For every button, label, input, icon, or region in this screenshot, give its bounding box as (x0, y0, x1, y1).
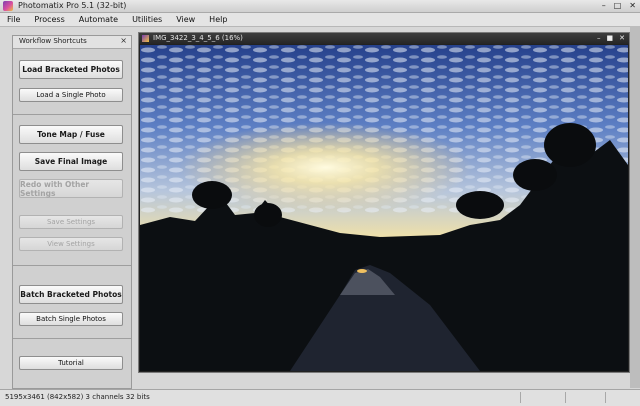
menu-process[interactable]: Process (27, 13, 71, 26)
status-image-info: 5195x3461 (842x582) 3 channels 32 bits (5, 393, 150, 401)
document-minimize-icon[interactable]: – (597, 33, 601, 44)
document-title-bar: IMG_3422_3_4_5_6 (16%) – ■ ✕ (139, 33, 629, 44)
maximize-icon[interactable]: □ (614, 1, 622, 11)
save-settings-button[interactable]: Save Settings (19, 215, 123, 229)
tone-map-fuse-button[interactable]: Tone Map / Fuse (19, 125, 123, 144)
close-icon[interactable]: ✕ (629, 1, 636, 11)
batch-single-photos-button[interactable]: Batch Single Photos (19, 312, 123, 326)
sunset-landscape-image (140, 45, 628, 371)
document-icon (142, 35, 149, 42)
title-bar: Photomatix Pro 5.1 (32-bit) – □ ✕ (0, 0, 640, 13)
document-maximize-icon[interactable]: ■ (607, 33, 614, 44)
status-divider (520, 392, 521, 403)
window-controls: – □ ✕ (602, 1, 636, 11)
document-title: IMG_3422_3_4_5_6 (16%) (153, 34, 243, 42)
right-edge-strip (630, 26, 640, 388)
menu-utilities[interactable]: Utilities (125, 13, 169, 26)
workflow-title: Workflow Shortcuts (19, 37, 87, 45)
workflow-close-icon[interactable]: × (120, 36, 127, 45)
window-title: Photomatix Pro 5.1 (32-bit) (18, 1, 127, 10)
load-single-photo-button[interactable]: Load a Single Photo (19, 88, 123, 102)
tutorial-button[interactable]: Tutorial (19, 356, 123, 370)
document-controls: – ■ ✕ (597, 33, 625, 44)
divider (13, 265, 131, 266)
status-divider (605, 392, 606, 403)
menu-help[interactable]: Help (202, 13, 234, 26)
workflow-shortcuts-panel: Workflow Shortcuts × Load Bracketed Phot… (12, 35, 132, 389)
app-icon (3, 1, 13, 11)
batch-bracketed-photos-button[interactable]: Batch Bracketed Photos (19, 285, 123, 304)
divider (13, 338, 131, 339)
hdr-photo-sunset[interactable] (140, 45, 628, 371)
view-settings-button[interactable]: View Settings (19, 237, 123, 251)
menu-view[interactable]: View (169, 13, 202, 26)
image-document-window: IMG_3422_3_4_5_6 (16%) – ■ ✕ (138, 32, 630, 373)
redo-other-settings-button[interactable]: Redo with Other Settings (19, 179, 123, 198)
menu-file[interactable]: File (0, 13, 27, 26)
status-divider (565, 392, 566, 403)
menu-bar: File Process Automate Utilities View Hel… (0, 13, 640, 27)
workflow-header: Workflow Shortcuts × (13, 36, 131, 49)
minimize-icon[interactable]: – (602, 1, 606, 11)
status-bar: 5195x3461 (842x582) 3 channels 32 bits (0, 389, 640, 406)
document-close-icon[interactable]: ✕ (619, 33, 625, 44)
load-bracketed-photos-button[interactable]: Load Bracketed Photos (19, 60, 123, 79)
save-final-image-button[interactable]: Save Final Image (19, 152, 123, 171)
divider (13, 114, 131, 115)
photomatix-app: Photomatix Pro 5.1 (32-bit) – □ ✕ File P… (0, 0, 640, 406)
menu-automate[interactable]: Automate (72, 13, 125, 26)
